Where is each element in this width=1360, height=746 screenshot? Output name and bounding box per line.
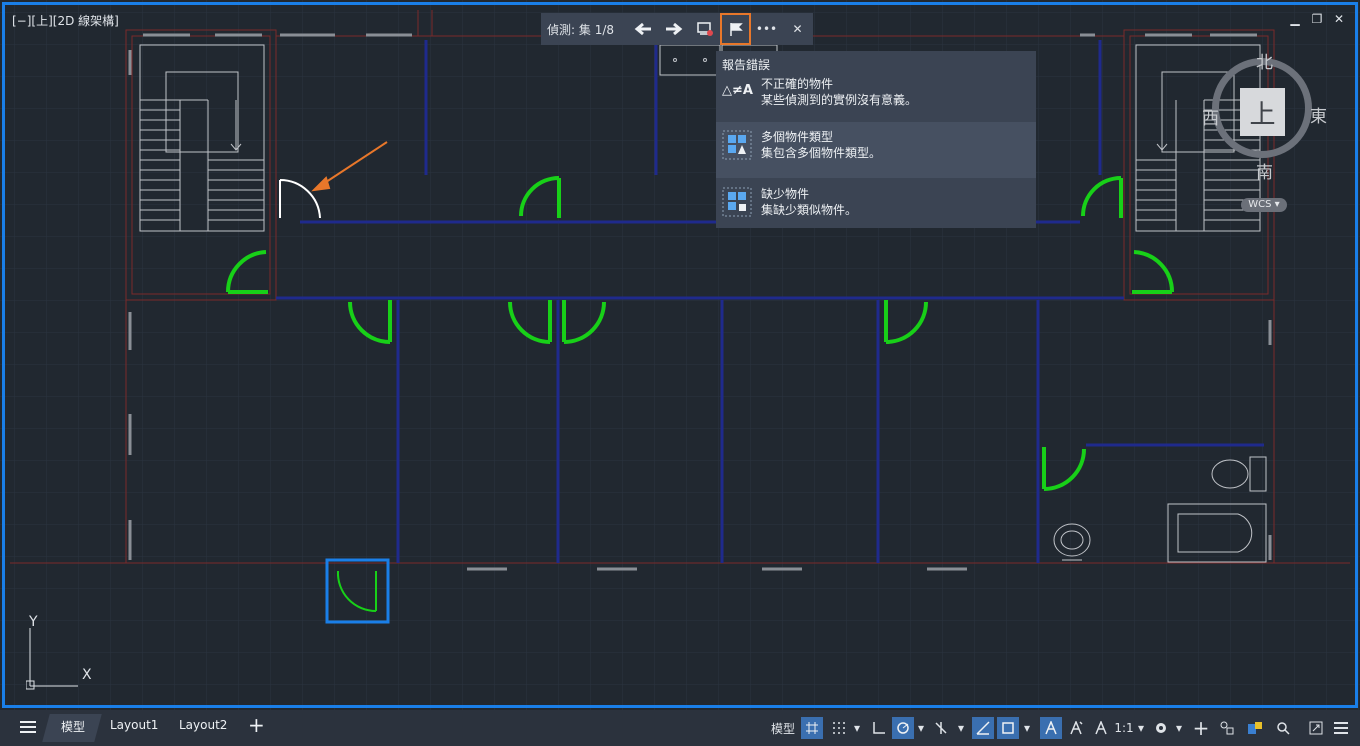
set-counter: 1/8 (594, 22, 614, 37)
report-incorrect-object-item[interactable]: △≠A 不正確的物件 某些偵測到的實例沒有意義。 (716, 73, 1036, 121)
workspace-dropdown[interactable]: ▾ (1174, 717, 1184, 739)
compass-east[interactable]: 東 (1310, 102, 1327, 127)
item-description: 集缺少類似物件。 (761, 203, 858, 217)
viewport-controls-label[interactable]: [−][上][2D 線架構] (12, 12, 119, 29)
close-icon[interactable]: ✕ (1332, 12, 1346, 26)
multiple-types-icon (722, 130, 752, 160)
report-missing-object-item[interactable]: 缺少物件 集缺少類似物件。 (716, 179, 1036, 227)
missing-object-icon (722, 187, 752, 217)
quick-properties-icon (1220, 721, 1234, 735)
polar-toggle[interactable] (892, 717, 914, 739)
isodraft-icon (935, 722, 947, 734)
grid-toggle[interactable] (801, 717, 823, 739)
report-error-button[interactable] (720, 13, 751, 45)
add-layout-button[interactable]: + (248, 713, 265, 737)
compass-west[interactable]: 西 (1202, 104, 1219, 129)
grid-icon (806, 722, 818, 734)
workspace-switch[interactable] (1150, 717, 1172, 739)
tab-model[interactable]: 模型 (61, 718, 85, 735)
viewport-window-controls: ▁ ❐ ✕ (1288, 12, 1346, 26)
wcs-menu[interactable]: WCS ▾ (1241, 198, 1287, 212)
search-icon (1277, 722, 1290, 735)
model-space-toggle[interactable]: 模型 (768, 717, 798, 739)
tab-layout1[interactable]: Layout1 (110, 718, 158, 732)
ortho-icon (873, 722, 885, 734)
annotation-scale-value[interactable]: 1:1 (1113, 717, 1135, 739)
customize-icon (1334, 722, 1348, 734)
floor-plan-drawing[interactable] (0, 0, 1360, 710)
restore-icon[interactable]: ❐ (1310, 12, 1324, 26)
zoom-extents-toggle[interactable] (1272, 717, 1294, 739)
annotation-visibility-icon (1045, 721, 1057, 735)
annotation-scale-icon (1095, 721, 1107, 735)
fullscreen-toggle[interactable] (1305, 717, 1327, 739)
select-set-icon (696, 22, 713, 36)
snap-dropdown[interactable]: ▾ (852, 717, 862, 739)
tab-layout2[interactable]: Layout2 (179, 718, 227, 732)
object-snap-dropdown[interactable]: ▾ (1022, 717, 1032, 739)
object-snap-icon (1002, 722, 1014, 734)
customize-status-bar[interactable] (1330, 717, 1352, 739)
object-snap-toggle[interactable] (997, 717, 1019, 739)
viewcube[interactable]: 上 北 南 東 西 WCS ▾ (1200, 48, 1340, 228)
isolate-objects-toggle[interactable] (1244, 717, 1266, 739)
compass-south[interactable]: 南 (1256, 158, 1273, 183)
fullscreen-icon (1309, 721, 1323, 735)
ucs-x-label: X (82, 667, 92, 683)
object-snap-track-toggle[interactable] (972, 717, 994, 739)
item-title: 缺少物件 (761, 187, 810, 201)
compass-north[interactable]: 北 (1256, 48, 1273, 73)
annotation-visibility-toggle[interactable] (1040, 717, 1062, 739)
isodraft-toggle[interactable] (930, 717, 952, 739)
drawing-viewport[interactable]: [−][上][2D 線架構] ▁ ❐ ✕ 偵測: 集 1/8 ••• ✕ 報告錯… (0, 0, 1360, 710)
ortho-toggle[interactable] (868, 717, 890, 739)
report-flag-icon (729, 23, 743, 36)
polar-icon (897, 722, 909, 734)
item-title: 多個物件類型 (761, 130, 834, 144)
annotation-scale-toggle[interactable] (1090, 717, 1112, 739)
isodraft-dropdown[interactable]: ▾ (956, 717, 966, 739)
auto-scale-toggle[interactable] (1065, 717, 1087, 739)
isolate-objects-icon (1248, 722, 1262, 734)
arrow-right-icon (665, 22, 682, 36)
snap-track-icon (976, 721, 990, 735)
report-multiple-types-item[interactable]: 多個物件類型 集包含多個物件類型。 (716, 122, 1036, 178)
snap-icon (833, 722, 845, 734)
arrow-left-icon (634, 22, 651, 36)
auto-scale-icon (1070, 721, 1083, 735)
gear-icon (1156, 723, 1166, 733)
not-equal-icon: △≠A (722, 83, 753, 98)
more-options-button[interactable]: ••• (751, 13, 782, 45)
minimize-icon[interactable]: ▁ (1288, 12, 1302, 26)
snap-toggle[interactable] (828, 717, 850, 739)
report-error-flyout: 報告錯誤 △≠A 不正確的物件 某些偵測到的實例沒有意義。 多個物件類型 集包含… (716, 51, 1036, 228)
detection-toolbar: 偵測: 集 1/8 ••• ✕ (541, 13, 813, 45)
next-set-button[interactable] (658, 13, 689, 45)
flyout-title: 報告錯誤 (722, 58, 771, 72)
ucs-icon: Y X (25, 614, 106, 690)
item-title: 不正確的物件 (761, 77, 834, 91)
polar-dropdown[interactable]: ▾ (916, 717, 926, 739)
select-set-button[interactable] (689, 13, 720, 45)
status-bar: 模型 Layout1 Layout2 + 模型 ▾ ▾ ▾ ▾ 1:1 ▾ ▾ … (0, 710, 1360, 746)
item-description: 某些偵測到的實例沒有意義。 (761, 93, 918, 107)
hamburger-icon[interactable] (20, 720, 36, 734)
scale-dropdown[interactable]: ▾ (1136, 717, 1146, 739)
viewcube-top-face[interactable]: 上 (1240, 88, 1285, 136)
ucs-y-label: Y (29, 614, 38, 630)
item-description: 集包含多個物件類型。 (761, 146, 882, 160)
crosshair-toggle[interactable]: + (1190, 716, 1212, 740)
detect-label: 偵測: 集 1/8 (547, 22, 614, 37)
quick-properties-toggle[interactable] (1216, 717, 1238, 739)
previous-set-button[interactable] (627, 13, 658, 45)
close-detection-button[interactable]: ✕ (782, 13, 813, 45)
